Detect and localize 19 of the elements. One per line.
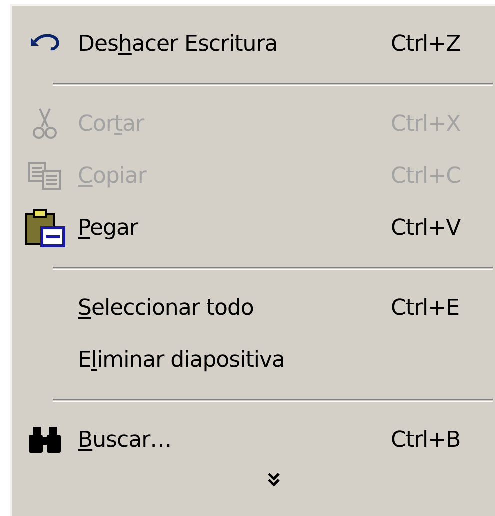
copy-pages-icon bbox=[27, 161, 63, 191]
double-chevron-icon[interactable] bbox=[266, 472, 280, 488]
menu-item-label: Deshacer Escritura bbox=[78, 30, 278, 58]
scissors-icon bbox=[32, 107, 58, 141]
shortcut-text: Ctrl+E bbox=[391, 294, 460, 322]
menu-item-label: Eliminar diapositiva bbox=[78, 346, 285, 374]
menu-item[interactable]: Buscar… Ctrl+B bbox=[12, 414, 495, 466]
menu-item[interactable]: Pegar Ctrl+V bbox=[12, 202, 495, 254]
shortcut-text: Ctrl+V bbox=[391, 214, 462, 242]
menu-item-label: Seleccionar todo bbox=[78, 294, 254, 322]
menu-item[interactable]: Deshacer Escritura Ctrl+Z bbox=[12, 18, 495, 70]
menu-item[interactable]: Seleccionar todo Ctrl+E bbox=[12, 282, 495, 334]
shortcut-text: Ctrl+Z bbox=[391, 30, 462, 58]
menu-item[interactable]: Eliminar diapositiva bbox=[12, 334, 495, 386]
menu-item-label: Pegar bbox=[78, 214, 138, 242]
shortcut-text: Ctrl+B bbox=[391, 426, 462, 454]
binoculars-icon bbox=[27, 425, 63, 455]
menu-item-label: Buscar… bbox=[78, 426, 172, 454]
clipboard-icon bbox=[24, 208, 66, 248]
